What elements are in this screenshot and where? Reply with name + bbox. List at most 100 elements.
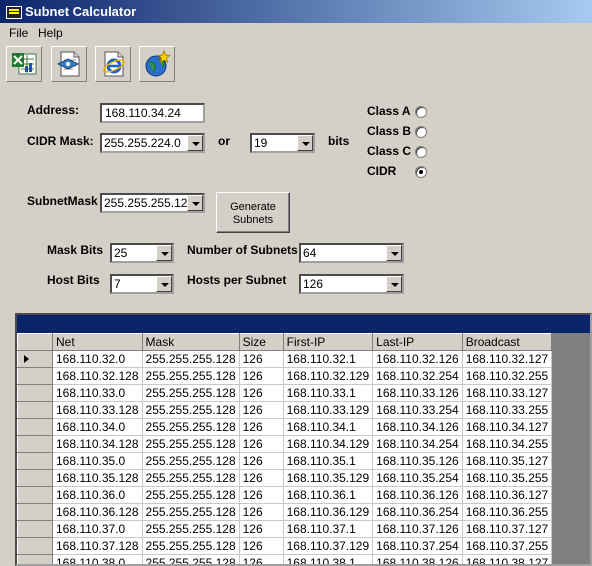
- menu-help[interactable]: Help: [38, 26, 63, 40]
- cell-broadcast[interactable]: 168.110.34.255: [461, 435, 553, 453]
- cell-mask[interactable]: 255.255.255.128: [141, 520, 240, 538]
- cell-last-ip[interactable]: 168.110.33.126: [372, 384, 463, 402]
- cell-mask[interactable]: 255.255.255.128: [141, 418, 240, 436]
- cell-net[interactable]: 168.110.32.0: [52, 350, 143, 368]
- cidr-mask-combo[interactable]: 255.255.224.0: [100, 133, 205, 153]
- cell-first-ip[interactable]: 168.110.37.129: [282, 537, 374, 555]
- cell-first-ip[interactable]: 168.110.32.1: [282, 350, 374, 368]
- cell-first-ip[interactable]: 168.110.37.1: [282, 520, 374, 538]
- table-row[interactable]: 168.110.35.128 255.255.255.128 126 168.110.…: [17, 469, 553, 487]
- cell-net[interactable]: 168.110.33.0: [52, 384, 143, 402]
- cell-broadcast[interactable]: 168.110.34.127: [461, 418, 553, 436]
- cell-mask[interactable]: 255.255.255.128: [141, 537, 240, 555]
- cell-broadcast[interactable]: 168.110.37.255: [461, 537, 553, 555]
- cell-first-ip[interactable]: 168.110.38.1: [282, 554, 374, 564]
- cell-mask[interactable]: 255.255.255.128: [141, 503, 240, 521]
- table-row[interactable]: 168.110.36.0 255.255.255.128 126 168.110.36…: [17, 486, 553, 504]
- chevron-down-icon[interactable]: [187, 135, 203, 151]
- cell-last-ip[interactable]: 168.110.38.126: [372, 554, 463, 564]
- col-header-size[interactable]: Size: [238, 333, 284, 351]
- row-header[interactable]: [17, 503, 53, 521]
- cell-last-ip[interactable]: 168.110.32.126: [372, 350, 463, 368]
- class-c-radio[interactable]: [415, 146, 427, 158]
- table-row[interactable]: 168.110.35.0 255.255.255.128 126 168.110.35…: [17, 452, 553, 470]
- cell-last-ip[interactable]: 168.110.33.254: [372, 401, 463, 419]
- mask-bits-combo[interactable]: 25: [110, 243, 174, 263]
- cell-size[interactable]: 126: [238, 367, 284, 385]
- cell-last-ip[interactable]: 168.110.37.254: [372, 537, 463, 555]
- table-row[interactable]: 168.110.32.128 255.255.255.128 126 168.110.…: [17, 367, 553, 385]
- cell-mask[interactable]: 255.255.255.128: [141, 435, 240, 453]
- col-header-broadcast[interactable]: Broadcast: [461, 333, 553, 351]
- cell-mask[interactable]: 255.255.255.128: [141, 401, 240, 419]
- row-header[interactable]: [17, 367, 53, 385]
- cell-size[interactable]: 126: [238, 384, 284, 402]
- cell-first-ip[interactable]: 168.110.34.1: [282, 418, 374, 436]
- table-row[interactable]: 168.110.33.128 255.255.255.128 126 168.110.…: [17, 401, 553, 419]
- cell-size[interactable]: 126: [238, 503, 284, 521]
- cell-size[interactable]: 126: [238, 350, 284, 368]
- cell-mask[interactable]: 255.255.255.128: [141, 554, 240, 564]
- cell-size[interactable]: 126: [238, 520, 284, 538]
- cell-net[interactable]: 168.110.33.128: [52, 401, 143, 419]
- row-header[interactable]: [17, 537, 53, 555]
- cell-mask[interactable]: 255.255.255.128: [141, 350, 240, 368]
- address-input[interactable]: 168.110.34.24: [100, 103, 205, 123]
- cell-broadcast[interactable]: 168.110.35.255: [461, 469, 553, 487]
- cell-first-ip[interactable]: 168.110.34.129: [282, 435, 374, 453]
- cell-first-ip[interactable]: 168.110.36.129: [282, 503, 374, 521]
- cell-net[interactable]: 168.110.38.0: [52, 554, 143, 564]
- cell-broadcast[interactable]: 168.110.36.127: [461, 486, 553, 504]
- generate-subnets-button[interactable]: Generate Subnets: [216, 192, 290, 233]
- cell-broadcast[interactable]: 168.110.32.255: [461, 367, 553, 385]
- subnet-grid[interactable]: Net Mask Size First-IP Last-IP Broadcast…: [15, 313, 592, 566]
- chevron-down-icon[interactable]: [297, 135, 313, 151]
- col-header-net[interactable]: Net: [52, 333, 143, 351]
- class-a-radio[interactable]: [415, 106, 427, 118]
- cell-broadcast[interactable]: 168.110.37.127: [461, 520, 553, 538]
- cell-last-ip[interactable]: 168.110.36.254: [372, 503, 463, 521]
- bits-combo[interactable]: 19: [250, 133, 315, 153]
- row-header[interactable]: [17, 554, 53, 564]
- cell-broadcast[interactable]: 168.110.33.255: [461, 401, 553, 419]
- col-header-last-ip[interactable]: Last-IP: [372, 333, 463, 351]
- cell-broadcast[interactable]: 168.110.32.127: [461, 350, 553, 368]
- row-header[interactable]: [17, 350, 53, 368]
- cell-mask[interactable]: 255.255.255.128: [141, 452, 240, 470]
- row-header[interactable]: [17, 469, 53, 487]
- row-header[interactable]: [17, 486, 53, 504]
- save-button[interactable]: [51, 46, 87, 82]
- export-excel-button[interactable]: [6, 46, 42, 82]
- chevron-down-icon[interactable]: [386, 276, 402, 292]
- cell-net[interactable]: 168.110.32.128: [52, 367, 143, 385]
- row-header[interactable]: [17, 435, 53, 453]
- globe-button[interactable]: [139, 46, 175, 82]
- cell-net[interactable]: 168.110.34.0: [52, 418, 143, 436]
- cell-first-ip[interactable]: 168.110.35.1: [282, 452, 374, 470]
- row-header[interactable]: [17, 401, 53, 419]
- cell-net[interactable]: 168.110.36.128: [52, 503, 143, 521]
- chevron-down-icon[interactable]: [156, 276, 172, 292]
- cell-last-ip[interactable]: 168.110.35.254: [372, 469, 463, 487]
- table-row[interactable]: 168.110.33.0 255.255.255.128 126 168.110.33…: [17, 384, 553, 402]
- class-b-radio[interactable]: [415, 126, 427, 138]
- cell-first-ip[interactable]: 168.110.33.1: [282, 384, 374, 402]
- cell-net[interactable]: 168.110.35.128: [52, 469, 143, 487]
- cell-size[interactable]: 126: [238, 401, 284, 419]
- cell-net[interactable]: 168.110.34.128: [52, 435, 143, 453]
- table-row[interactable]: 168.110.37.0 255.255.255.128 126 168.110.37…: [17, 520, 553, 538]
- cell-size[interactable]: 126: [238, 435, 284, 453]
- cell-size[interactable]: 126: [238, 554, 284, 564]
- cell-net[interactable]: 168.110.36.0: [52, 486, 143, 504]
- cell-broadcast[interactable]: 168.110.36.255: [461, 503, 553, 521]
- table-row[interactable]: 168.110.34.0 255.255.255.128 126 168.110.34…: [17, 418, 553, 436]
- cell-last-ip[interactable]: 168.110.34.254: [372, 435, 463, 453]
- cell-size[interactable]: 126: [238, 452, 284, 470]
- cell-mask[interactable]: 255.255.255.128: [141, 367, 240, 385]
- col-header-mask[interactable]: Mask: [141, 333, 240, 351]
- cell-net[interactable]: 168.110.37.0: [52, 520, 143, 538]
- cell-first-ip[interactable]: 168.110.32.129: [282, 367, 374, 385]
- cell-size[interactable]: 126: [238, 486, 284, 504]
- table-row[interactable]: 168.110.38.0 255.255.255.128 126 168.110.38…: [17, 554, 553, 564]
- cell-first-ip[interactable]: 168.110.33.129: [282, 401, 374, 419]
